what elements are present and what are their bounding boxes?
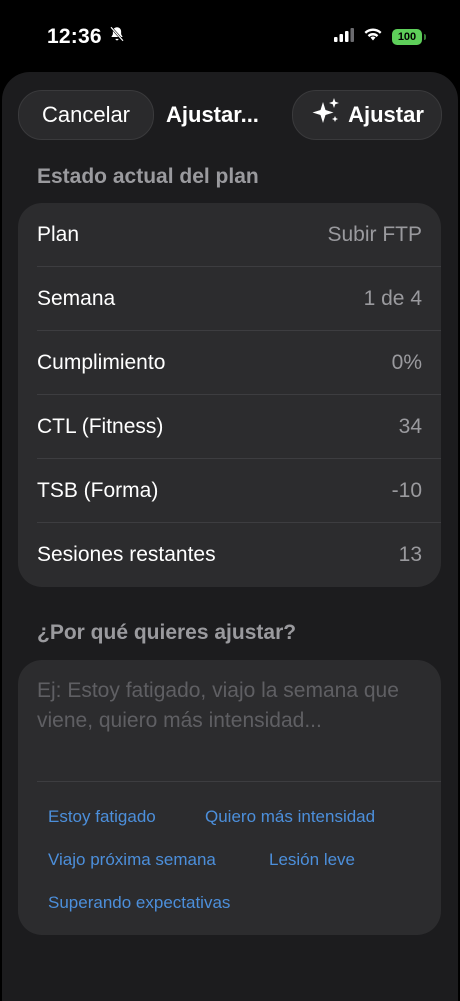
adjust-plan-sheet: Cancelar Ajustar... Ajustar Estado actua… [2,72,458,1001]
suggestion-chip-fatigued[interactable]: Estoy fatigado [48,807,156,827]
suggestion-chip-more-intensity[interactable]: Quiero más intensidad [205,807,375,827]
status-indicators: 100 [334,27,426,47]
compliance-row-value: 0% [391,351,422,374]
sheet-nav-bar: Cancelar Ajustar... Ajustar [2,72,458,162]
remaining-sessions-label: Sesiones restantes [37,543,216,566]
status-bar: 12:36 100 [0,0,460,72]
week-row-value: 1 de 4 [363,287,422,310]
suggestion-chip-exceeding[interactable]: Superando expectativas [48,893,230,913]
wifi-icon [363,27,383,47]
suggestion-chip-travel[interactable]: Viajo próxima semana [48,850,216,870]
plan-row-value: Subir FTP [327,223,422,246]
plan-row-label: Plan [37,223,80,246]
week-row: Semana 1 de 4 [37,267,422,331]
ctl-row-label: CTL (Fitness) [37,415,164,438]
cancel-button[interactable]: Cancelar [18,90,154,140]
compliance-row: Cumplimiento 0% [37,331,422,395]
cellular-signal-icon [334,27,354,47]
compliance-row-label: Cumplimiento [37,351,166,374]
sparkles-icon [310,96,342,134]
plan-section-title: Estado actual del plan [37,165,259,188]
plan-row: Plan Subir FTP [37,203,422,267]
battery-level-text: 100 [397,31,417,43]
battery-indicator: 100 [392,29,426,45]
remaining-sessions-value: 13 [398,543,422,566]
ctl-row-value: 34 [398,415,422,438]
reason-text-input[interactable]: Ej: Estoy fatigado, viajo la semana que … [37,676,427,736]
tsb-row: TSB (Forma) -10 [37,459,422,523]
week-row-label: Semana [37,287,116,310]
adjust-button[interactable]: Ajustar [292,90,442,140]
bell-slash-icon [108,25,126,49]
ctl-row: CTL (Fitness) 34 [37,395,422,459]
status-time: 12:36 [47,25,126,49]
input-divider [37,781,441,782]
cancel-button-label: Cancelar [41,102,131,127]
remaining-sessions-row: Sesiones restantes 13 [37,523,422,587]
tsb-row-value: -10 [391,479,422,502]
adjust-button-label: Ajustar [348,102,424,127]
suggestion-chip-injury[interactable]: Lesión leve [269,850,355,870]
tsb-row-label: TSB (Forma) [37,479,159,502]
clock-text: 12:36 [47,25,102,48]
reason-section-title: ¿Por qué quieres ajustar? [37,621,297,644]
reason-card: Ej: Estoy fatigado, viajo la semana que … [18,660,441,935]
sheet-title: Ajustar... [166,102,259,127]
plan-status-card: Plan Subir FTP Semana 1 de 4 Cumplimient… [18,203,441,587]
